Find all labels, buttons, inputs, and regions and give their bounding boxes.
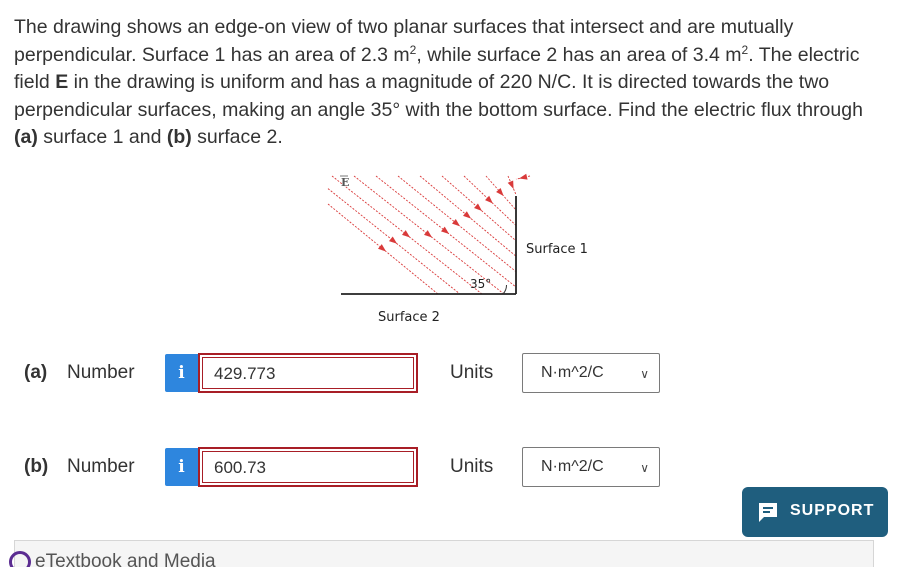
field-arrowhead [388,236,398,244]
surface-2-label: Surface 2 [378,310,440,325]
angle-label: 35° [470,277,491,291]
part-a-info-icon[interactable]: i [165,354,198,392]
part-a-answer-box [198,353,418,393]
diagram-svg: E Surface 1 Surface 2 35° [327,173,588,325]
part-b-info-icon[interactable]: i [165,448,198,486]
field-arrowhead [507,180,514,189]
support-label: SUPPORT [790,502,875,519]
part-b-label: (b) [24,456,49,477]
field-arrowhead [441,226,450,235]
part-b-units-value: N·m^2/C [541,458,604,475]
part-b-number-label: Number [67,456,135,477]
etextbook-panel[interactable]: eTextbook and Media [9,540,874,567]
problem-statement: The drawing shows an edge-on view of two… [14,14,884,152]
part-a-number-label: Number [67,362,135,383]
part-a-number-input[interactable] [214,364,404,384]
etextbook-label: eTextbook and Media [35,551,216,567]
part-b-number-input[interactable] [214,458,404,478]
part-b-units-label: Units [450,456,494,477]
surface-1-label: Surface 1 [526,242,588,257]
problem-line-5: (a) surface 1 and (b) surface 2. [14,126,283,148]
part-a-units-select[interactable]: N·m^2/C ∨ [522,353,660,393]
problem-line-1: The drawing shows an edge-on view of two… [14,16,794,38]
field-arrowhead [519,173,528,180]
part-a-units-value: N·m^2/C [541,364,604,381]
field-arrowhead [485,195,493,204]
part-a-units-label: Units [450,362,494,383]
problem-line-2: perpendicular. Surface 1 has an area of … [14,42,860,66]
chevron-down-icon: ∨ [640,367,649,381]
problem-line-4: perpendicular surfaces, making an angle … [14,98,863,121]
chat-icon [759,503,777,522]
surfaces-diagram: E Surface 1 Surface 2 35° [298,168,598,328]
part-a-row: (a) Number i Units N·m^2/C ∨ [0,353,897,393]
field-label: E [341,176,349,189]
field-arrowhead [423,230,433,238]
part-b-row: (b) Number i Units N·m^2/C ∨ [0,447,897,487]
part-a-label: (a) [24,362,48,383]
field-lines [327,173,531,295]
part-b-units-select[interactable]: N·m^2/C ∨ [522,447,660,487]
support-button[interactable]: SUPPORT [742,487,888,537]
angle-arc [502,284,508,295]
field-arrowhead [401,230,411,238]
problem-line-3: field E in the drawing is uniform and ha… [14,71,830,93]
part-b-answer-box [198,447,418,487]
chevron-down-icon: ∨ [640,461,649,475]
etextbook-icon [9,551,31,567]
field-arrowhead [377,244,387,252]
